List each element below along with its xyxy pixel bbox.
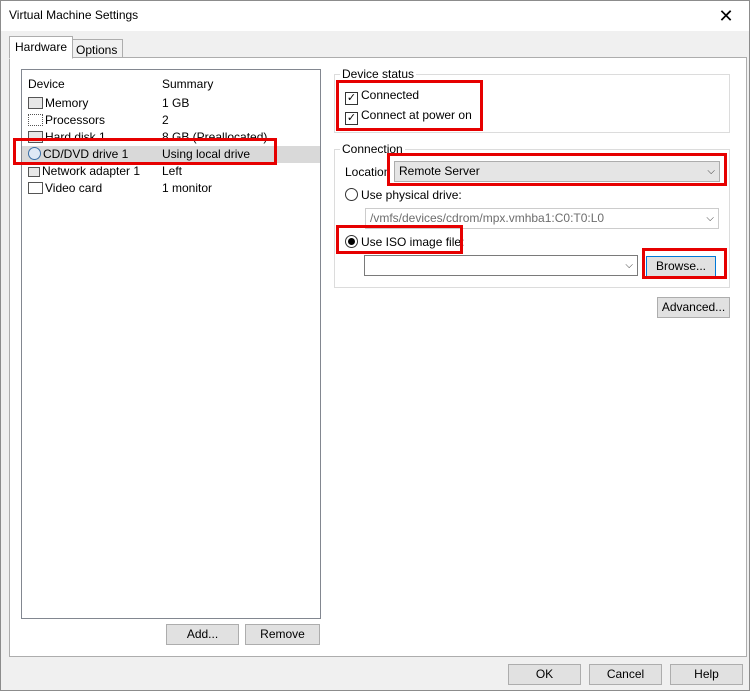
settings-window: Virtual Machine Settings ✕ Hardware Opti… [0, 0, 750, 691]
connected-option[interactable]: ✓ Connected [345, 88, 419, 105]
network-adapter-icon [28, 167, 40, 177]
advanced-button[interactable]: Advanced... [657, 297, 730, 318]
device-status-label: Device status [340, 67, 417, 81]
physical-drive-radio[interactable] [345, 188, 358, 201]
iso-image-label: Use ISO image file: [361, 235, 465, 249]
title-bar: Virtual Machine Settings ✕ [1, 1, 749, 31]
device-row-memory[interactable]: Memory 1 GB [22, 95, 320, 112]
device-summary: 2 [162, 113, 169, 127]
device-row-cd-dvd[interactable]: CD/DVD drive 1 Using local drive [22, 146, 320, 163]
remove-device-button[interactable]: Remove [245, 624, 320, 645]
iso-image-radio[interactable] [345, 235, 358, 248]
connect-at-power-on-checkbox[interactable]: ✓ [345, 112, 358, 125]
cancel-button[interactable]: Cancel [589, 664, 662, 685]
device-summary: 1 GB [162, 96, 190, 110]
location-value: Remote Server [399, 164, 480, 178]
device-row-processors[interactable]: Processors 2 [22, 112, 320, 129]
add-device-button[interactable]: Add... [166, 624, 239, 645]
device-name: Memory [45, 96, 89, 110]
device-summary: 1 monitor [162, 181, 213, 195]
memory-icon [28, 97, 43, 109]
device-row-network-adapter[interactable]: Network adapter 1 Left [22, 163, 320, 180]
browse-button[interactable]: Browse... [646, 256, 716, 277]
chevron-down-icon[interactable]: ⌵ [625, 256, 633, 275]
use-physical-drive-option[interactable]: Use physical drive: [345, 188, 462, 202]
chevron-down-icon: ⌵ [706, 213, 714, 224]
tab-hardware[interactable]: Hardware [9, 36, 74, 59]
connected-label: Connected [361, 88, 420, 102]
physical-drive-dropdown: /vmfs/devices/cdrom/mpx.vmhba1:C0:T0:L0 … [365, 208, 719, 229]
device-name: CD/DVD drive 1 [43, 147, 129, 161]
device-name: Video card [45, 181, 103, 195]
device-column-header[interactable]: Device [28, 77, 65, 91]
summary-column-header[interactable]: Summary [162, 77, 213, 91]
physical-drive-label: Use physical drive: [361, 188, 462, 202]
window-title: Virtual Machine Settings [9, 8, 139, 22]
close-icon[interactable]: ✕ [703, 1, 749, 31]
location-label: Location [345, 165, 391, 179]
connected-checkbox[interactable]: ✓ [345, 92, 358, 105]
monitor-icon [28, 182, 43, 194]
connect-at-power-on-label: Connect at power on [361, 108, 472, 122]
location-dropdown[interactable]: Remote Server ⌵ [394, 161, 720, 182]
help-button[interactable]: Help [670, 664, 743, 685]
connection-label: Connection [340, 142, 405, 156]
physical-drive-value: /vmfs/devices/cdrom/mpx.vmhba1:C0:T0:L0 [370, 211, 605, 225]
iso-path-combobox[interactable]: ⌵ [364, 255, 638, 276]
device-name: Hard disk 1 [45, 130, 106, 144]
device-row-video-card[interactable]: Video card 1 monitor [22, 180, 320, 197]
device-summary: Using local drive [162, 147, 251, 161]
processor-icon [28, 114, 43, 126]
ok-button[interactable]: OK [508, 664, 581, 685]
cd-dvd-icon [28, 147, 41, 160]
use-iso-image-option[interactable]: Use ISO image file: [345, 235, 464, 249]
connect-at-power-on-option[interactable]: ✓ Connect at power on [345, 108, 472, 125]
device-name: Network adapter 1 [42, 164, 141, 178]
device-row-hard-disk[interactable]: Hard disk 1 8 GB (Preallocated) [22, 129, 320, 146]
device-list[interactable]: Device Summary Memory 1 GB Processors 2 … [21, 69, 321, 619]
chevron-down-icon: ⌵ [707, 166, 715, 177]
device-summary: Left [162, 164, 183, 178]
device-name: Processors [45, 113, 106, 127]
device-summary: 8 GB (Preallocated) [162, 130, 268, 144]
hard-disk-icon [28, 131, 43, 143]
